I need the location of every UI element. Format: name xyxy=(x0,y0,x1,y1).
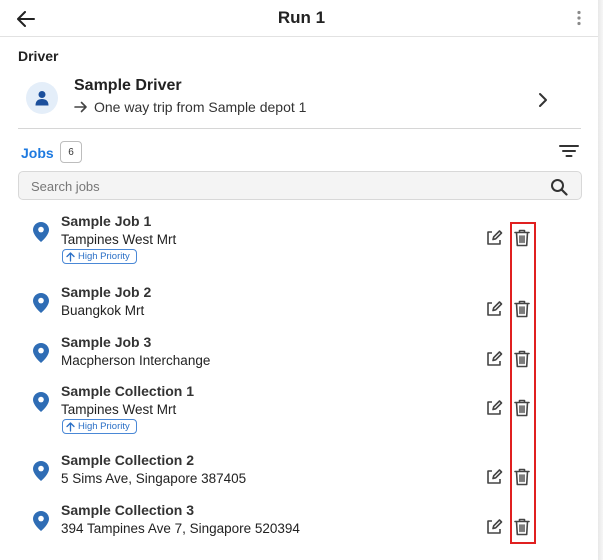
delete-job-button[interactable] xyxy=(512,399,532,422)
edit-icon xyxy=(485,518,503,541)
arrow-right-icon xyxy=(74,101,88,113)
trash-icon xyxy=(514,468,530,491)
trip-info: One way trip from Sample depot 1 xyxy=(74,99,306,115)
filter-button[interactable] xyxy=(558,141,580,161)
jobs-count-badge: 6 xyxy=(60,141,82,163)
edit-icon xyxy=(485,399,503,422)
delete-job-button[interactable] xyxy=(512,229,532,252)
job-name: Sample Collection 3 xyxy=(61,502,195,518)
location-pin-icon xyxy=(32,221,50,243)
job-address: Macpherson Interchange xyxy=(61,353,211,368)
job-address: Tampines West Mrt xyxy=(61,232,177,247)
chevron-right-icon xyxy=(535,90,551,110)
edit-icon xyxy=(485,229,503,252)
location-pin-icon xyxy=(32,292,50,314)
more-vertical-icon xyxy=(577,10,581,26)
filter-icon xyxy=(559,145,579,157)
job-address: 5 Sims Ave, Singapore 387405 xyxy=(61,471,247,486)
driver-row[interactable]: Sample Driver One way trip from Sample d… xyxy=(18,72,581,128)
arrow-up-icon xyxy=(66,251,75,262)
job-address: Tampines West Mrt xyxy=(61,402,177,417)
delete-job-button[interactable] xyxy=(512,518,532,541)
location-pin-icon xyxy=(32,391,50,413)
job-list-item[interactable]: Sample Job 2 Buangkok Mrt xyxy=(18,281,581,325)
delete-job-button[interactable] xyxy=(512,468,532,491)
job-name: Sample Job 2 xyxy=(61,284,152,300)
delete-job-button[interactable] xyxy=(512,350,532,373)
trash-icon xyxy=(514,399,530,422)
edit-icon xyxy=(485,468,503,491)
job-name: Sample Collection 1 xyxy=(61,383,195,399)
page-title: Run 1 xyxy=(277,8,326,27)
person-icon xyxy=(35,91,49,106)
edit-icon xyxy=(485,350,503,373)
job-list-item[interactable]: Sample Collection 2 5 Sims Ave, Singapore… xyxy=(18,449,581,493)
trash-icon xyxy=(514,229,530,252)
trash-icon xyxy=(514,300,530,323)
trash-icon xyxy=(514,350,530,373)
priority-label: High Priority xyxy=(78,421,130,432)
top-app-bar: Run 1 xyxy=(0,0,603,37)
avatar xyxy=(26,82,58,114)
search-field[interactable] xyxy=(18,171,582,200)
job-address: 394 Tampines Ave 7, Singapore 520394 xyxy=(61,521,300,536)
location-pin-icon xyxy=(32,460,50,482)
edit-job-button[interactable] xyxy=(484,300,504,323)
search-input[interactable] xyxy=(31,176,531,196)
arrow-up-icon xyxy=(66,421,75,432)
job-list-item[interactable]: Sample Collection 1 Tampines West Mrt High… xyxy=(18,380,581,440)
location-pin-icon xyxy=(32,342,50,364)
priority-label: High Priority xyxy=(78,251,130,262)
location-pin-icon xyxy=(32,510,50,532)
job-name: Sample Job 3 xyxy=(61,334,152,350)
driver-name: Sample Driver xyxy=(74,77,182,94)
edit-job-button[interactable] xyxy=(484,468,504,491)
more-options-button[interactable] xyxy=(568,7,590,29)
edit-icon xyxy=(485,300,503,323)
job-list-item[interactable]: Sample Collection 3 394 Tampines Ave 7, S… xyxy=(18,499,581,543)
edit-job-button[interactable] xyxy=(484,399,504,422)
edit-job-button[interactable] xyxy=(484,229,504,252)
job-name: Sample Job 1 xyxy=(61,213,152,229)
job-address: Buangkok Mrt xyxy=(61,303,145,318)
trash-icon xyxy=(514,518,530,541)
edit-job-button[interactable] xyxy=(484,518,504,541)
divider xyxy=(18,128,581,129)
job-list-item[interactable]: Sample Job 1 Tampines West Mrt High Priori… xyxy=(18,210,581,270)
edit-job-button[interactable] xyxy=(484,350,504,373)
priority-badge: High Priority xyxy=(62,419,137,434)
driver-section-label: Driver xyxy=(18,48,59,64)
delete-job-button[interactable] xyxy=(512,300,532,323)
trip-label: One way trip from Sample depot 1 xyxy=(94,99,307,115)
job-list-item[interactable]: Sample Job 3 Macpherson Interchange xyxy=(18,331,581,375)
tab-jobs[interactable]: Jobs xyxy=(21,145,54,161)
search-icon[interactable] xyxy=(549,177,569,197)
window-edge xyxy=(598,0,603,560)
priority-badge: High Priority xyxy=(62,249,137,264)
job-name: Sample Collection 2 xyxy=(61,452,195,468)
